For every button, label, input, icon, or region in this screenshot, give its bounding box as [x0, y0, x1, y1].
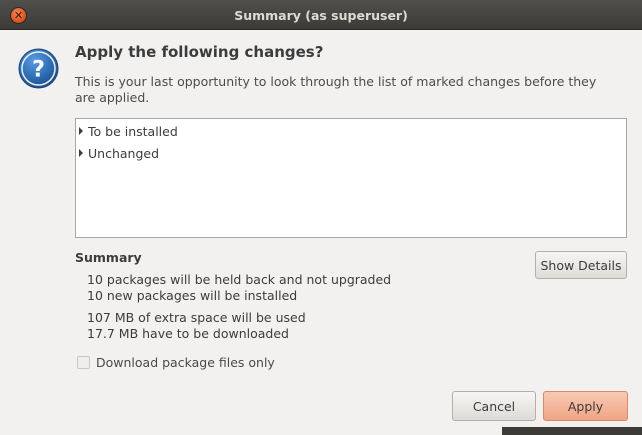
window-title: Summary (as superuser) — [234, 8, 408, 23]
cancel-button[interactable]: Cancel — [452, 391, 536, 421]
summary-dialog: ✕ Summary (as superuser) ? Apply the fol… — [0, 0, 642, 435]
show-details-button[interactable]: Show Details — [535, 251, 627, 279]
expander-arrow-icon[interactable] — [79, 149, 83, 157]
dialog-heading: Apply the following changes? — [75, 43, 324, 61]
download-only-checkbox[interactable] — [77, 356, 90, 369]
tree-row-unchanged[interactable]: Unchanged — [78, 143, 159, 163]
summary-line-new-packages: 10 new packages will be installed — [87, 288, 298, 303]
summary-line-held-back: 10 packages will be held back and not up… — [87, 272, 392, 287]
expander-arrow-icon[interactable] — [79, 127, 83, 135]
title-bar[interactable]: ✕ Summary (as superuser) — [0, 0, 642, 30]
tree-row-to-be-installed[interactable]: To be installed — [78, 121, 178, 141]
tree-row-label: Unchanged — [88, 145, 160, 161]
summary-line-extra-space: 107 MB of extra space will be used — [87, 310, 306, 325]
question-mark-icon: ? — [18, 48, 59, 89]
summary-line-download-size: 17.7 MB have to be downloaded — [87, 326, 289, 341]
summary-title: Summary — [75, 250, 142, 265]
download-only-label[interactable]: Download package files only — [96, 355, 275, 370]
download-only-option[interactable]: Download package files only — [77, 355, 275, 370]
tree-row-label: To be installed — [88, 123, 178, 139]
changes-tree[interactable]: To be installed Unchanged — [75, 118, 627, 238]
background-window-edge — [502, 427, 642, 435]
svg-text:?: ? — [32, 58, 45, 83]
apply-button[interactable]: Apply — [543, 391, 628, 421]
dialog-description: This is your last opportunity to look th… — [75, 74, 597, 105]
